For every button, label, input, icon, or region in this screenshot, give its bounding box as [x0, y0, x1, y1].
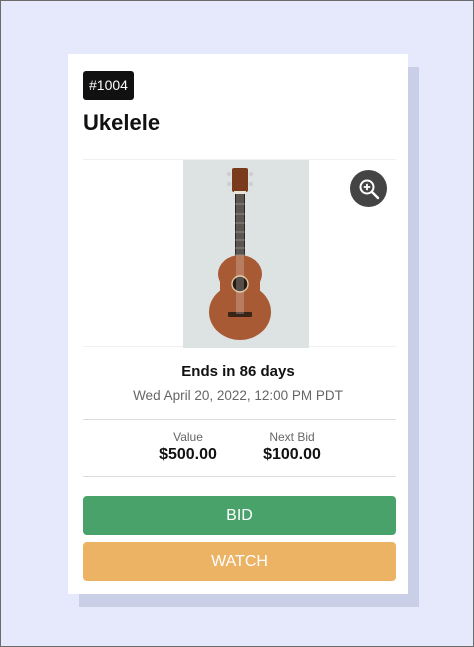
next-bid-stat: Next Bid $100.00 [232, 430, 352, 464]
auction-item-card: #1004 Ukelele Ends in 86 days Wed April … [68, 54, 408, 594]
divider-bottom [83, 476, 396, 477]
next-bid-label: Next Bid [269, 430, 315, 444]
next-bid-amount: $100.00 [263, 446, 321, 463]
product-image[interactable] [183, 160, 309, 348]
lot-number-badge: #1004 [83, 71, 134, 100]
watch-button[interactable]: WATCH [83, 542, 396, 581]
zoom-in-icon [359, 179, 379, 199]
image-frame [83, 159, 396, 348]
ends-in-countdown: Ends in 86 days [181, 363, 295, 380]
value-amount: $500.00 [159, 446, 217, 463]
end-datetime: Wed April 20, 2022, 12:00 PM PDT [133, 388, 343, 403]
bid-button[interactable]: BID [83, 496, 396, 535]
ukulele-illustration [183, 160, 309, 348]
zoom-button[interactable] [350, 170, 387, 207]
value-label: Value [173, 430, 203, 444]
value-stat: Value $500.00 [128, 430, 248, 464]
item-title: Ukelele [83, 110, 161, 135]
divider-top [83, 419, 396, 420]
